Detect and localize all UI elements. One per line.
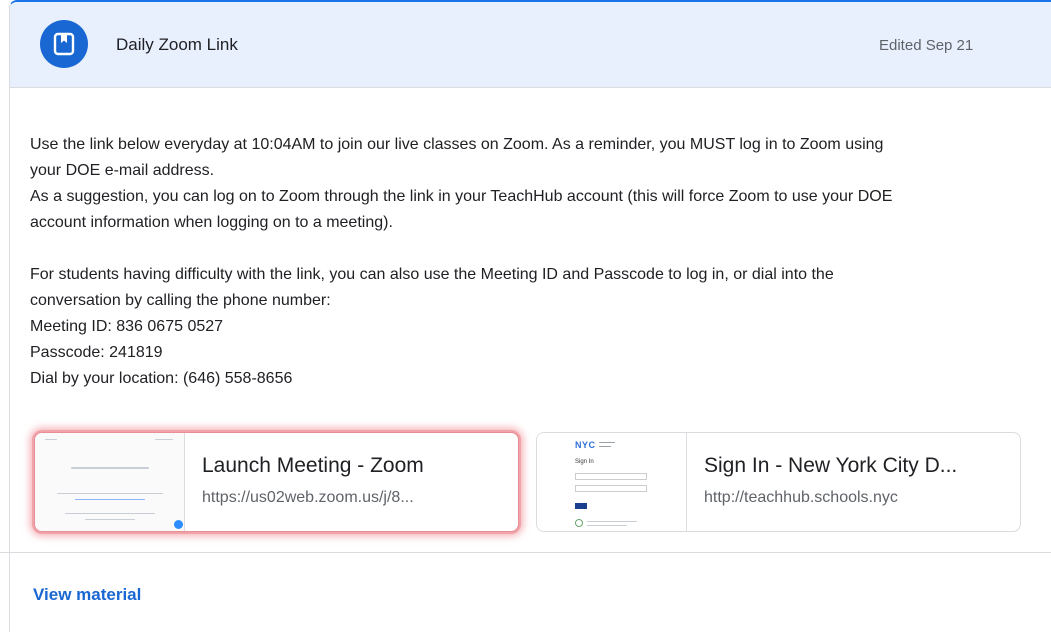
zoom-thumbnail-icon bbox=[35, 433, 185, 531]
description-line: account information when logging on to a… bbox=[30, 214, 393, 231]
footer-divider bbox=[0, 552, 1051, 553]
material-bookmark-icon bbox=[40, 20, 88, 68]
material-description: Use the link below everyday at 10:04AM t… bbox=[30, 132, 1020, 392]
attachment-zoom-link[interactable]: Launch Meeting - Zoom https://us02web.zo… bbox=[34, 432, 519, 532]
view-material-link[interactable]: View material bbox=[33, 585, 141, 605]
attachment-url: https://us02web.zoom.us/j/8... bbox=[202, 489, 414, 506]
description-line: your DOE e-mail address. bbox=[30, 162, 215, 179]
thumb-sign-in: Sign In bbox=[575, 459, 594, 465]
attachment-url: http://teachhub.schools.nyc bbox=[704, 489, 898, 506]
edited-date: Edited Sep 21 bbox=[879, 37, 974, 54]
material-title: Daily Zoom Link bbox=[116, 35, 238, 54]
attachment-title: Launch Meeting - Zoom bbox=[202, 454, 424, 477]
description-line: conversation by calling the phone number… bbox=[30, 292, 331, 309]
attachment-teachhub-link[interactable]: NYC Sign In Sign In - New York City D...… bbox=[536, 432, 1021, 532]
description-line: Use the link below everyday at 10:04AM t… bbox=[30, 136, 884, 153]
description-line: As a suggestion, you can log on to Zoom … bbox=[30, 188, 893, 205]
dial-number: Dial by your location: (646) 558-8656 bbox=[30, 370, 293, 387]
material-header[interactable]: Daily Zoom Link Edited Sep 21 bbox=[10, 2, 1051, 88]
meeting-id: Meeting ID: 836 0675 0527 bbox=[30, 318, 224, 335]
attachment-title: Sign In - New York City D... bbox=[704, 454, 958, 477]
nyc-doe-thumbnail-icon: NYC Sign In bbox=[537, 433, 687, 531]
passcode: Passcode: 241819 bbox=[30, 344, 163, 361]
nyc-logo: NYC bbox=[575, 440, 596, 450]
description-line: For students having difficulty with the … bbox=[30, 266, 834, 283]
